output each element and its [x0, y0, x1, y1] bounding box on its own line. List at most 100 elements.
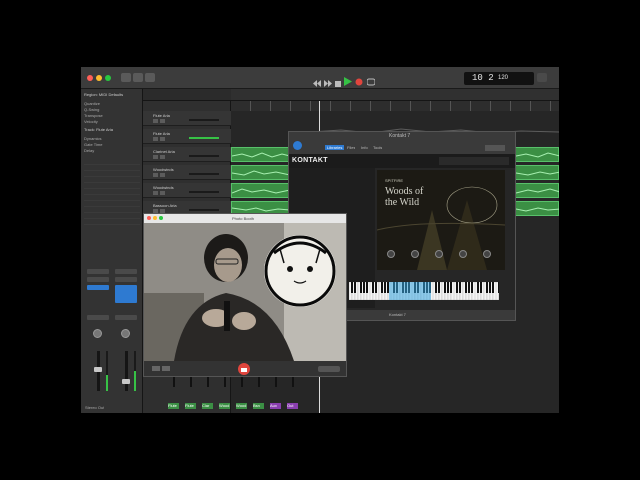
- lcd-tempo: 120: [498, 75, 509, 81]
- midi-region[interactable]: [515, 183, 559, 198]
- play-icon[interactable]: [344, 73, 352, 86]
- control-knob[interactable]: [435, 250, 443, 258]
- camera-image: [144, 223, 346, 361]
- track-row[interactable]: Flute Aria: [143, 111, 231, 126]
- setting-slot[interactable]: [87, 269, 109, 274]
- channel-label[interactable]: Bsn: [253, 403, 264, 409]
- solo-button[interactable]: [160, 173, 165, 177]
- region-header[interactable]: Region: MIDI Defaults: [84, 92, 140, 98]
- pan-knob[interactable]: [93, 329, 102, 338]
- keyboard-keys[interactable]: [349, 282, 499, 300]
- mute-button[interactable]: [153, 119, 158, 123]
- kontakt-tab[interactable]: Info: [361, 145, 368, 150]
- piano-keyboard[interactable]: [349, 282, 499, 300]
- track-row[interactable]: Woodwinds: [143, 165, 231, 180]
- track-name: Woodwinds: [153, 167, 174, 172]
- solo-button[interactable]: [160, 137, 165, 141]
- channel-label[interactable]: Flute: [168, 403, 179, 409]
- solo-button[interactable]: [160, 155, 165, 159]
- mute-button[interactable]: [153, 191, 158, 195]
- metronome-icon[interactable]: [537, 73, 547, 82]
- minimize-window-button[interactable]: [96, 75, 102, 81]
- mute-button[interactable]: [153, 155, 158, 159]
- channel-label[interactable]: Wood: [236, 403, 247, 409]
- midi-region[interactable]: [515, 165, 559, 180]
- kontakt-tab[interactable]: Tools: [373, 145, 382, 150]
- inspector-row: Velocity: [84, 119, 98, 124]
- pan-knob[interactable]: [121, 329, 130, 338]
- inspector-row: Delay: [84, 148, 95, 153]
- mute-button[interactable]: [153, 137, 158, 141]
- output-slot[interactable]: [115, 315, 137, 320]
- track-header[interactable]: Track: Flute Aria: [84, 127, 140, 133]
- midi-region[interactable]: [231, 147, 290, 162]
- midi-region[interactable]: [231, 183, 290, 198]
- track-row[interactable]: Flute Aria: [143, 129, 231, 144]
- close-window-button[interactable]: [87, 75, 93, 81]
- plugin-slot[interactable]: [115, 285, 137, 303]
- ruler[interactable]: [231, 101, 559, 111]
- zoom-window-button[interactable]: [159, 216, 163, 220]
- preset-button[interactable]: [485, 145, 505, 151]
- setting-slot[interactable]: [115, 269, 137, 274]
- track-row[interactable]: Woodwinds: [143, 183, 231, 198]
- lcd-display[interactable]: 10 2 120: [464, 72, 534, 85]
- capture-button[interactable]: [238, 363, 250, 375]
- rewind-icon[interactable]: [313, 74, 321, 87]
- solo-button[interactable]: [160, 119, 165, 123]
- instrument-brand: SPITFIRE: [385, 178, 404, 183]
- volume-fader[interactable]: [125, 351, 128, 391]
- output-slot[interactable]: [87, 315, 109, 320]
- inspector: Region: MIDI Defaults Quantize Q-Swing T…: [81, 89, 143, 413]
- cycle-icon[interactable]: [366, 73, 376, 86]
- power-icon[interactable]: [293, 141, 302, 150]
- solo-button[interactable]: [160, 191, 165, 195]
- channel-label[interactable]: Clar: [202, 403, 213, 409]
- track-name: Flute Aria: [153, 131, 170, 136]
- track-volume[interactable]: [189, 155, 219, 157]
- midi-region[interactable]: [515, 201, 559, 216]
- control-knob[interactable]: [459, 250, 467, 258]
- midi-region[interactable]: [515, 147, 559, 162]
- zoom-window-button[interactable]: [105, 75, 111, 81]
- inspector-icon[interactable]: [133, 73, 143, 82]
- control-knob[interactable]: [387, 250, 395, 258]
- track-volume[interactable]: [189, 173, 219, 175]
- track-row[interactable]: Clarinet Aria: [143, 147, 231, 162]
- library-icon[interactable]: [121, 73, 131, 82]
- track-volume[interactable]: [189, 119, 219, 121]
- kontakt-tab[interactable]: Files: [347, 145, 355, 150]
- control-knob[interactable]: [411, 250, 419, 258]
- fader-cap[interactable]: [94, 367, 102, 372]
- close-window-button[interactable]: [147, 216, 151, 220]
- effects-button[interactable]: [318, 366, 340, 372]
- forward-icon[interactable]: [324, 74, 332, 87]
- mute-button[interactable]: [153, 173, 158, 177]
- channel-label[interactable]: Flute: [185, 403, 196, 409]
- channel-label[interactable]: Aux: [270, 403, 281, 409]
- eq-slot[interactable]: [87, 277, 109, 282]
- channel-label[interactable]: Wood: [219, 403, 230, 409]
- kontakt-header: KONTAKT: [289, 154, 515, 168]
- camera-window: Photo Booth: [143, 213, 347, 377]
- track-volume[interactable]: [189, 137, 219, 139]
- instrument-title: Woods of the Wild: [385, 186, 424, 208]
- minimize-window-button[interactable]: [153, 216, 157, 220]
- toolbar-icon[interactable]: [145, 73, 155, 82]
- level-meter: [106, 351, 108, 391]
- kontakt-title-bar: Kontakt 7 Libraries Files Info Tools: [289, 132, 515, 154]
- control-knob[interactable]: [483, 250, 491, 258]
- channel-label[interactable]: Out: [287, 403, 298, 409]
- inspector-parameters: [84, 159, 140, 229]
- track-volume[interactable]: [189, 191, 219, 193]
- fader-cap[interactable]: [122, 379, 130, 384]
- eq-slot[interactable]: [115, 277, 137, 282]
- stop-icon[interactable]: [335, 74, 341, 87]
- midi-region[interactable]: [231, 165, 290, 180]
- instrument-slot[interactable]: [87, 285, 109, 290]
- kontakt-tab[interactable]: Libraries: [325, 145, 345, 150]
- burst-mode-icon[interactable]: [162, 366, 170, 371]
- photo-mode-icon[interactable]: [152, 366, 160, 371]
- track-volume[interactable]: [189, 209, 219, 211]
- record-icon[interactable]: [355, 73, 363, 86]
